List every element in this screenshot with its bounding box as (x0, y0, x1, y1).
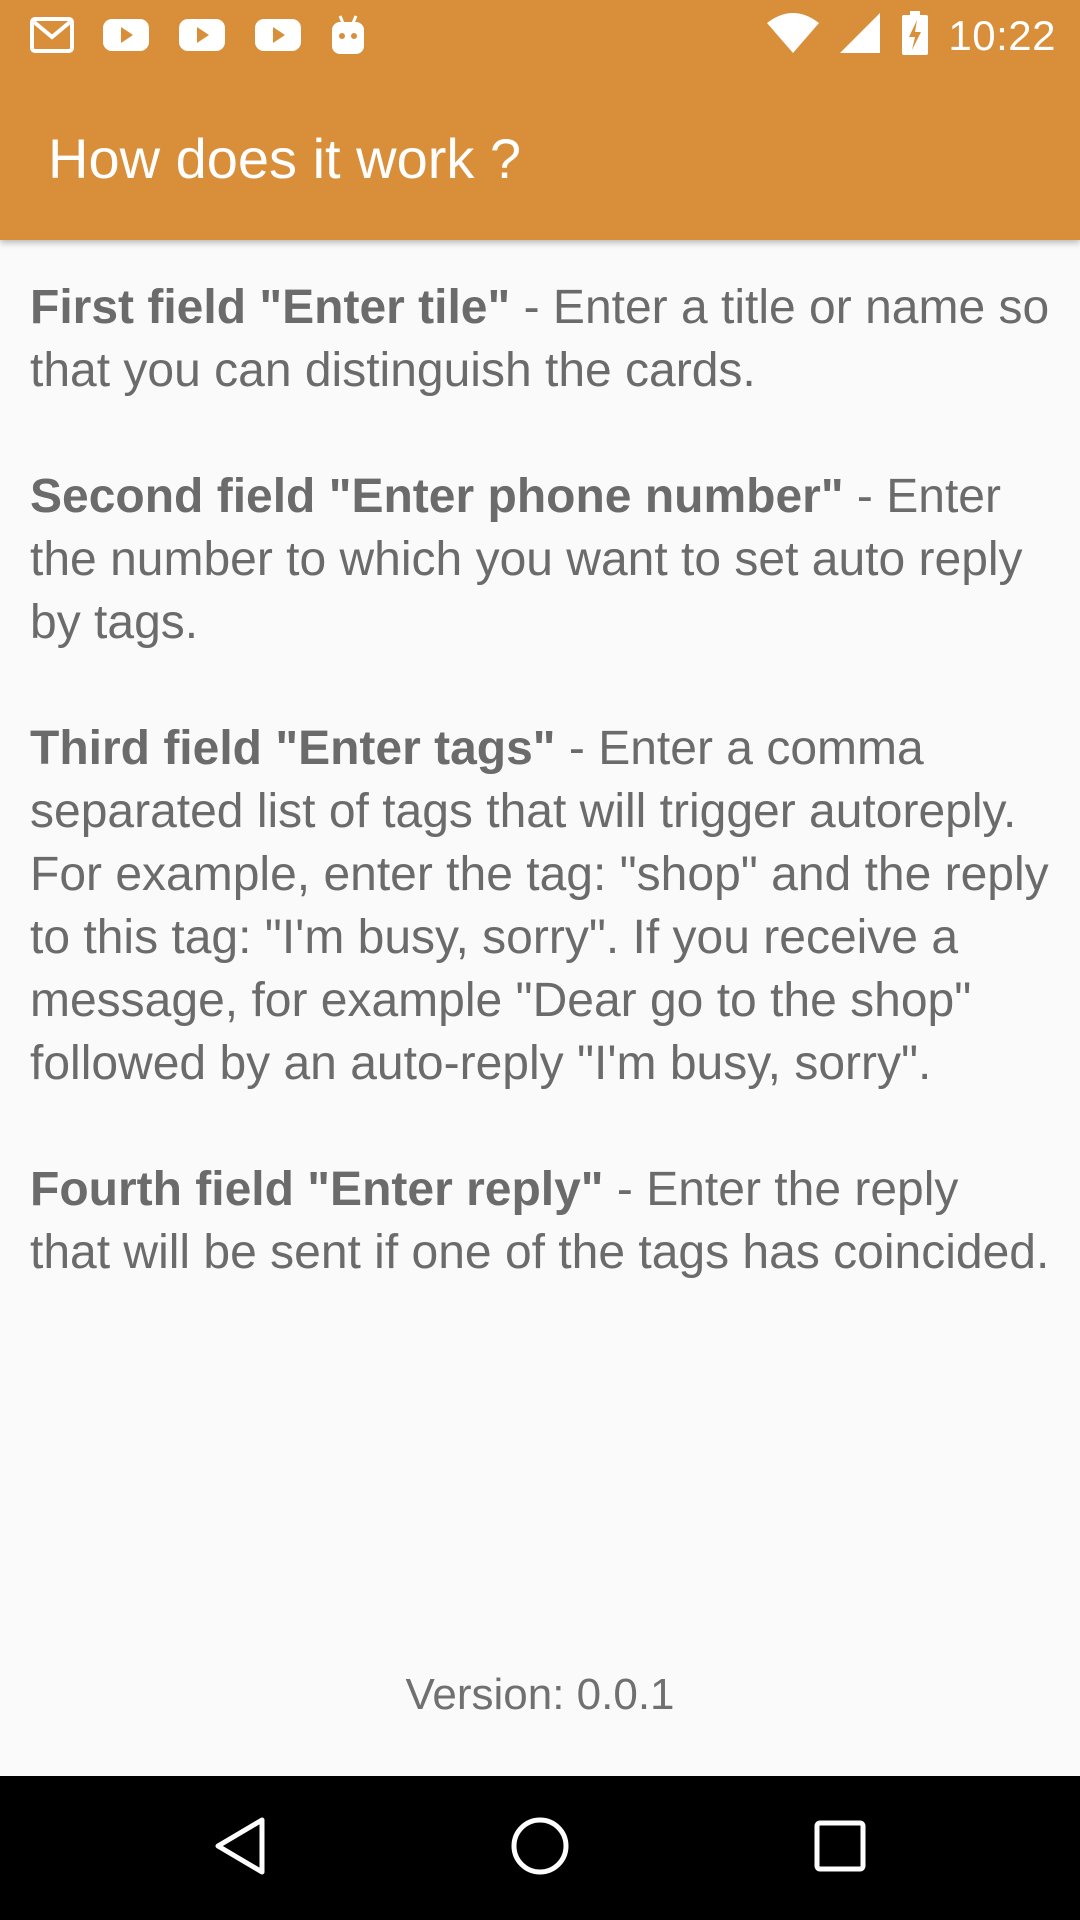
status-bar: 10:22 (0, 0, 1080, 72)
instruction-heading: First field "Enter tile" (30, 281, 511, 334)
gmail-icon (30, 17, 74, 58)
instruction-heading: Third field "Enter tags" (30, 722, 556, 775)
navigation-bar (0, 1776, 1080, 1920)
version-label: Version: 0.0.1 (405, 1670, 675, 1719)
app-bar: 10:22 How does it work ? (0, 0, 1080, 240)
youtube-icon (178, 17, 226, 58)
back-button[interactable] (160, 1776, 320, 1920)
instructions-content: First field "Enter tile" - Enter a title… (30, 276, 1050, 1347)
youtube-icon (102, 17, 150, 58)
notification-icons (30, 14, 366, 61)
wifi-icon (766, 11, 820, 60)
home-button[interactable] (460, 1776, 620, 1920)
instruction-first-field: First field "Enter tile" - Enter a title… (30, 276, 1050, 402)
instruction-heading: Second field "Enter phone number" (30, 470, 844, 523)
battery-charging-icon (900, 10, 930, 61)
android-icon (330, 14, 366, 61)
screen: 10:22 How does it work ? First field "En… (0, 0, 1080, 1920)
instruction-text: - Enter a comma separated list of tags t… (30, 722, 1049, 1090)
status-time: 10:22 (948, 11, 1056, 59)
instruction-fourth-field: Fourth field "Enter reply" - Enter the r… (30, 1158, 1050, 1284)
youtube-icon (254, 17, 302, 58)
recents-icon (814, 1820, 866, 1877)
instruction-third-field: Third field "Enter tags" - Enter a comma… (30, 717, 1050, 1095)
recents-button[interactable] (760, 1776, 920, 1920)
page-title: How does it work ? (48, 127, 522, 190)
system-icons: 10:22 (766, 10, 1056, 61)
instruction-heading: Fourth field "Enter reply" (30, 1163, 604, 1216)
home-icon (510, 1816, 570, 1881)
instruction-second-field: Second field "Enter phone number" - Ente… (30, 465, 1050, 654)
back-icon (212, 1816, 268, 1881)
cell-signal-icon (838, 11, 882, 60)
